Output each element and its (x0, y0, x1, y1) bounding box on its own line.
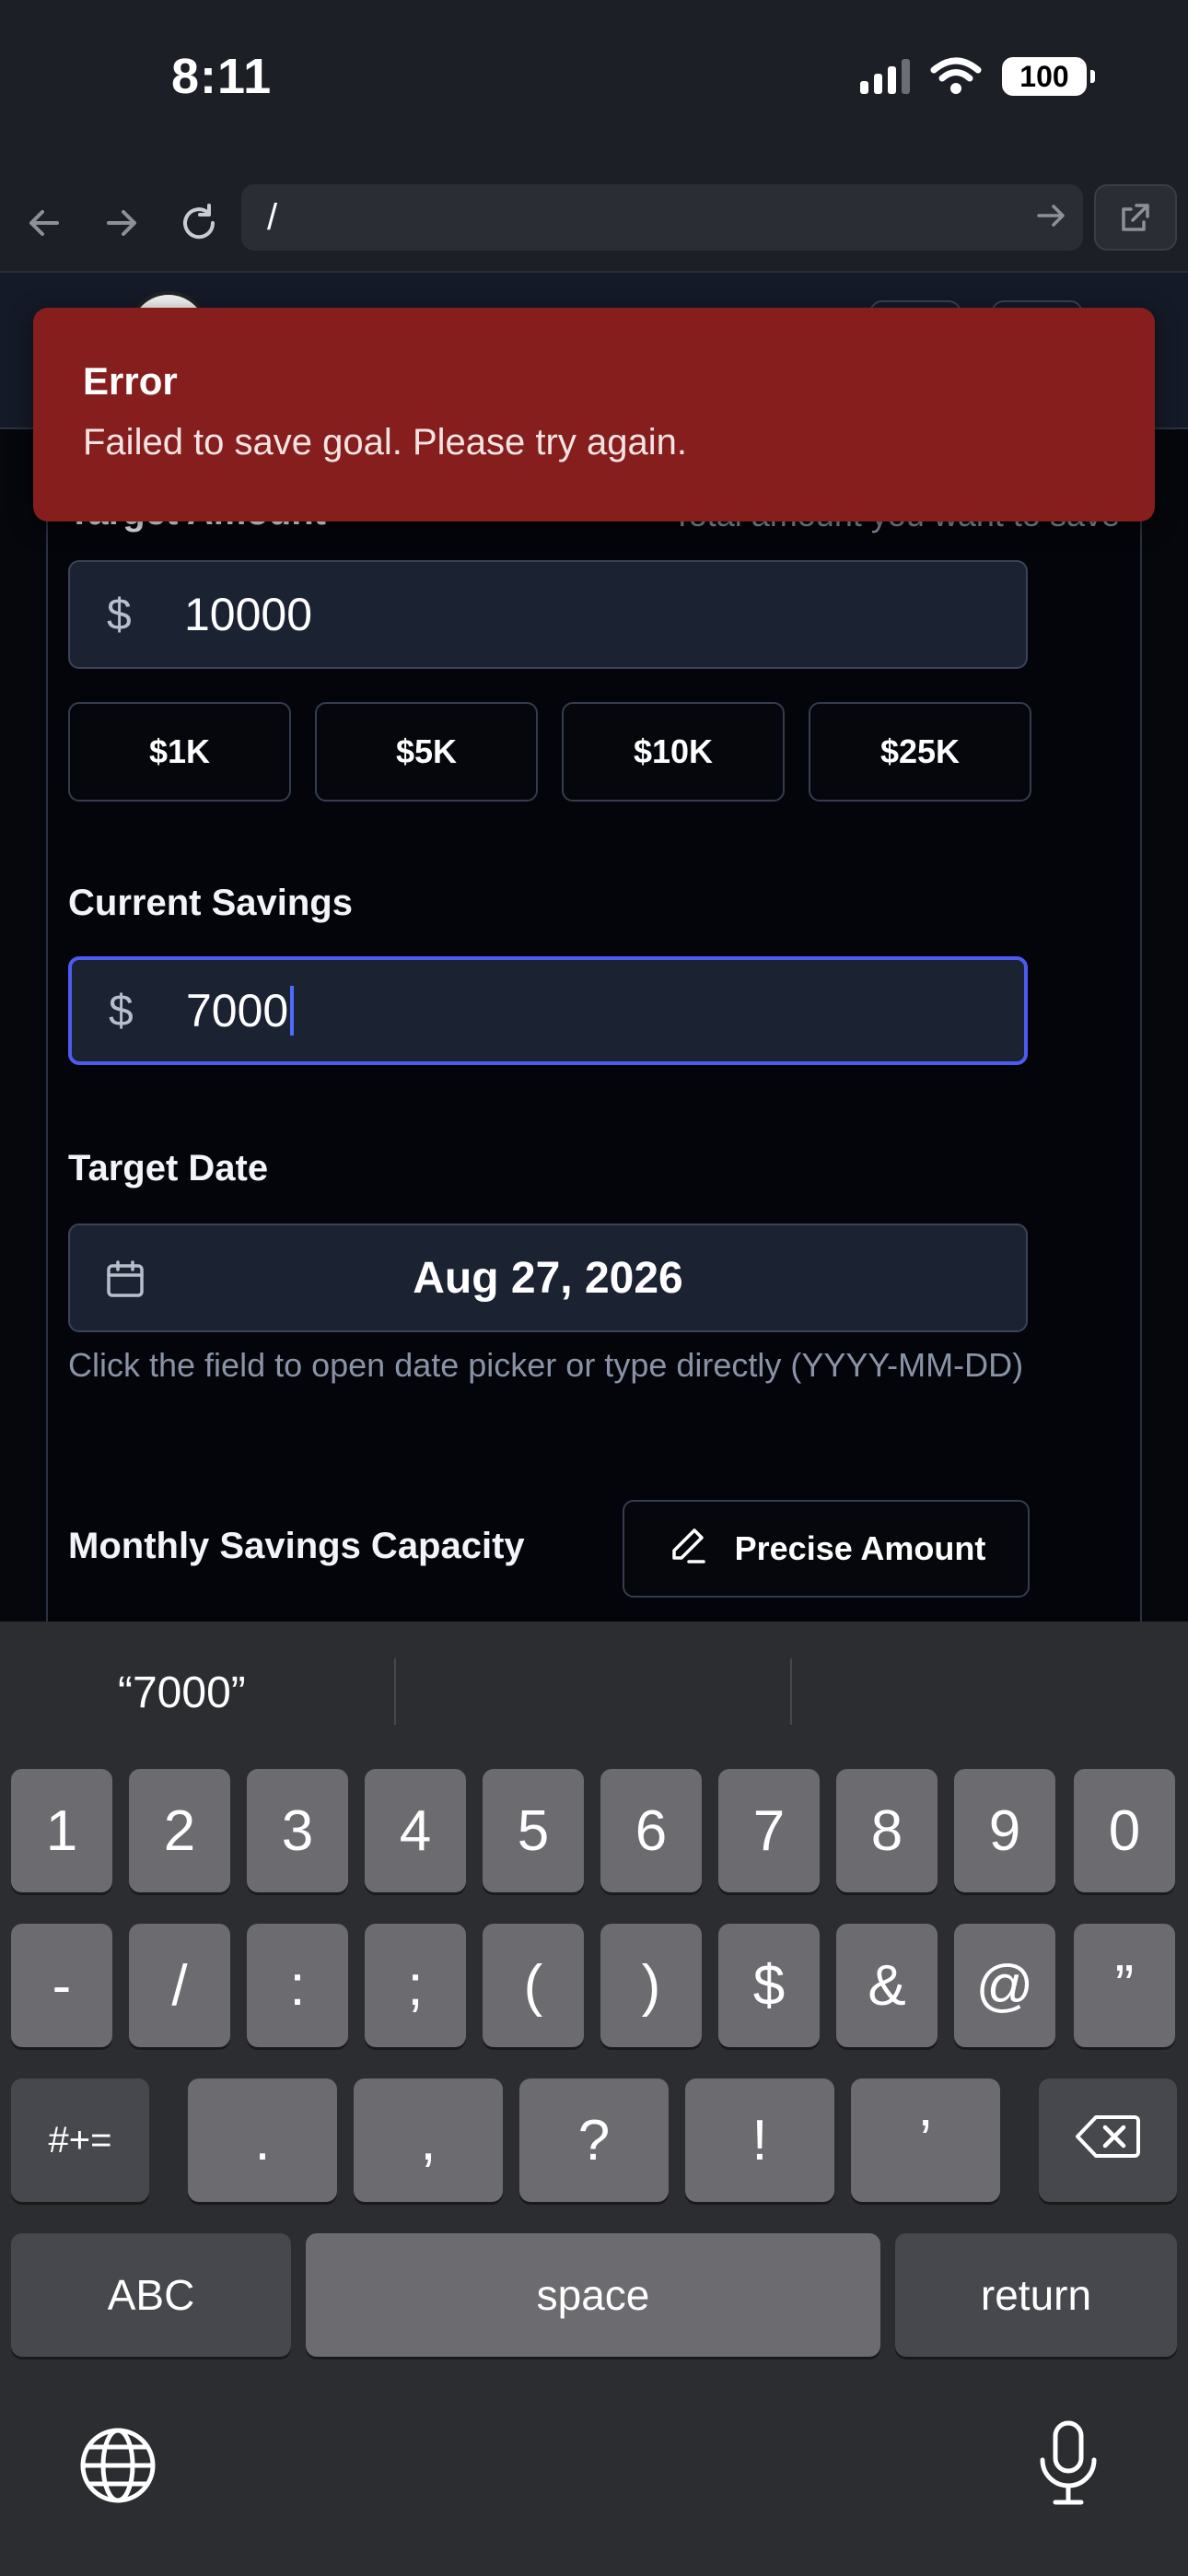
preset-25k-button[interactable]: $25K (809, 702, 1031, 802)
text-caret (290, 986, 295, 1036)
key-abc[interactable]: ABC (11, 2233, 291, 2357)
key-return[interactable]: return (895, 2233, 1177, 2357)
numeric-keyboard: “7000” 1 2 3 4 5 6 7 8 9 0 - / : ; ( ) $… (0, 1622, 1188, 2576)
suggestion-divider (394, 1658, 396, 1725)
cellular-signal-icon (860, 59, 910, 94)
key-comma[interactable]: , (354, 2078, 503, 2202)
amount-presets: $1K $5K $10K $25K (68, 702, 1031, 802)
key-ampersand[interactable]: & (836, 1924, 938, 2047)
key-at[interactable]: @ (954, 1924, 1055, 2047)
wifi-icon (930, 57, 982, 94)
microphone-icon[interactable] (1035, 2419, 1101, 2512)
reload-icon[interactable] (173, 197, 225, 249)
currency-symbol: $ (107, 590, 132, 639)
status-indicators: 100 (860, 57, 1095, 96)
target-date-input[interactable]: Aug 27, 2026 (68, 1224, 1028, 1332)
key-open-paren[interactable]: ( (483, 1924, 584, 2047)
key-7[interactable]: 7 (718, 1769, 820, 1892)
precise-amount-button[interactable]: Precise Amount (623, 1500, 1030, 1598)
key-close-paren[interactable]: ) (600, 1924, 702, 2047)
target-date-value: Aug 27, 2026 (413, 1254, 683, 1303)
toast-message: Failed to save goal. Please try again. (83, 422, 687, 463)
main-content: Target Amount Total amount you want to s… (0, 429, 1188, 1622)
key-9[interactable]: 9 (954, 1769, 1055, 1892)
key-period[interactable]: . (188, 2078, 337, 2202)
key-exclamation[interactable]: ! (685, 2078, 834, 2202)
key-0[interactable]: 0 (1074, 1769, 1175, 1892)
key-space[interactable]: space (306, 2233, 880, 2357)
suggestion-item[interactable]: “7000” (118, 1668, 246, 1718)
key-quote[interactable]: ” (1074, 1924, 1175, 2047)
key-8[interactable]: 8 (836, 1769, 938, 1892)
globe-icon[interactable] (77, 2425, 158, 2511)
key-symbols-toggle[interactable]: #+= (11, 2078, 149, 2202)
key-delete[interactable] (1039, 2078, 1177, 2202)
go-arrow-icon[interactable] (1035, 199, 1066, 240)
toast-title: Error (83, 359, 178, 403)
key-slash[interactable]: / (129, 1924, 230, 2047)
key-semicolon[interactable]: ; (365, 1924, 466, 2047)
key-1[interactable]: 1 (11, 1769, 112, 1892)
status-time: 8:11 (171, 49, 273, 104)
target-date-label: Target Date (68, 1148, 269, 1188)
preset-5k-button[interactable]: $5K (315, 702, 538, 802)
precise-amount-label: Precise Amount (734, 1529, 986, 1567)
forward-arrow-icon[interactable] (96, 197, 147, 249)
key-2[interactable]: 2 (129, 1769, 230, 1892)
preset-10k-button[interactable]: $10K (562, 702, 785, 802)
target-amount-input[interactable]: $ 10000 (68, 560, 1028, 669)
error-toast[interactable]: Error Failed to save goal. Please try ag… (33, 308, 1155, 521)
browser-toolbar: / (0, 175, 1188, 273)
key-colon[interactable]: : (247, 1924, 348, 2047)
currency-symbol: $ (109, 986, 134, 1036)
back-arrow-icon[interactable] (18, 197, 70, 249)
suggestion-divider (790, 1658, 792, 1725)
url-input[interactable]: / (241, 184, 1083, 251)
battery-icon: 100 (1002, 57, 1095, 96)
current-savings-value: 7000 (186, 985, 289, 1036)
key-6[interactable]: 6 (600, 1769, 702, 1892)
current-savings-label: Current Savings (68, 883, 353, 923)
date-help-text: Click the field to open date picker or t… (68, 1346, 1024, 1384)
key-5[interactable]: 5 (483, 1769, 584, 1892)
pencil-icon (667, 1525, 707, 1574)
key-dollar[interactable]: $ (718, 1924, 820, 2047)
open-external-icon[interactable] (1094, 184, 1177, 251)
key-question[interactable]: ? (519, 2078, 669, 2202)
status-bar: 8:11 100 (0, 0, 1188, 175)
preset-1k-button[interactable]: $1K (68, 702, 291, 802)
backspace-icon (1076, 2108, 1140, 2173)
current-savings-input[interactable]: $ 7000 (68, 956, 1028, 1065)
target-amount-value: 10000 (184, 589, 313, 640)
monthly-capacity-label: Monthly Savings Capacity (68, 1526, 525, 1566)
url-text: / (267, 196, 278, 238)
key-hyphen[interactable]: - (11, 1924, 112, 2047)
key-apostrophe[interactable]: ’ (851, 2078, 1000, 2202)
suggestion-bar: “7000” (0, 1622, 1188, 1760)
key-4[interactable]: 4 (365, 1769, 466, 1892)
key-3[interactable]: 3 (247, 1769, 348, 1892)
